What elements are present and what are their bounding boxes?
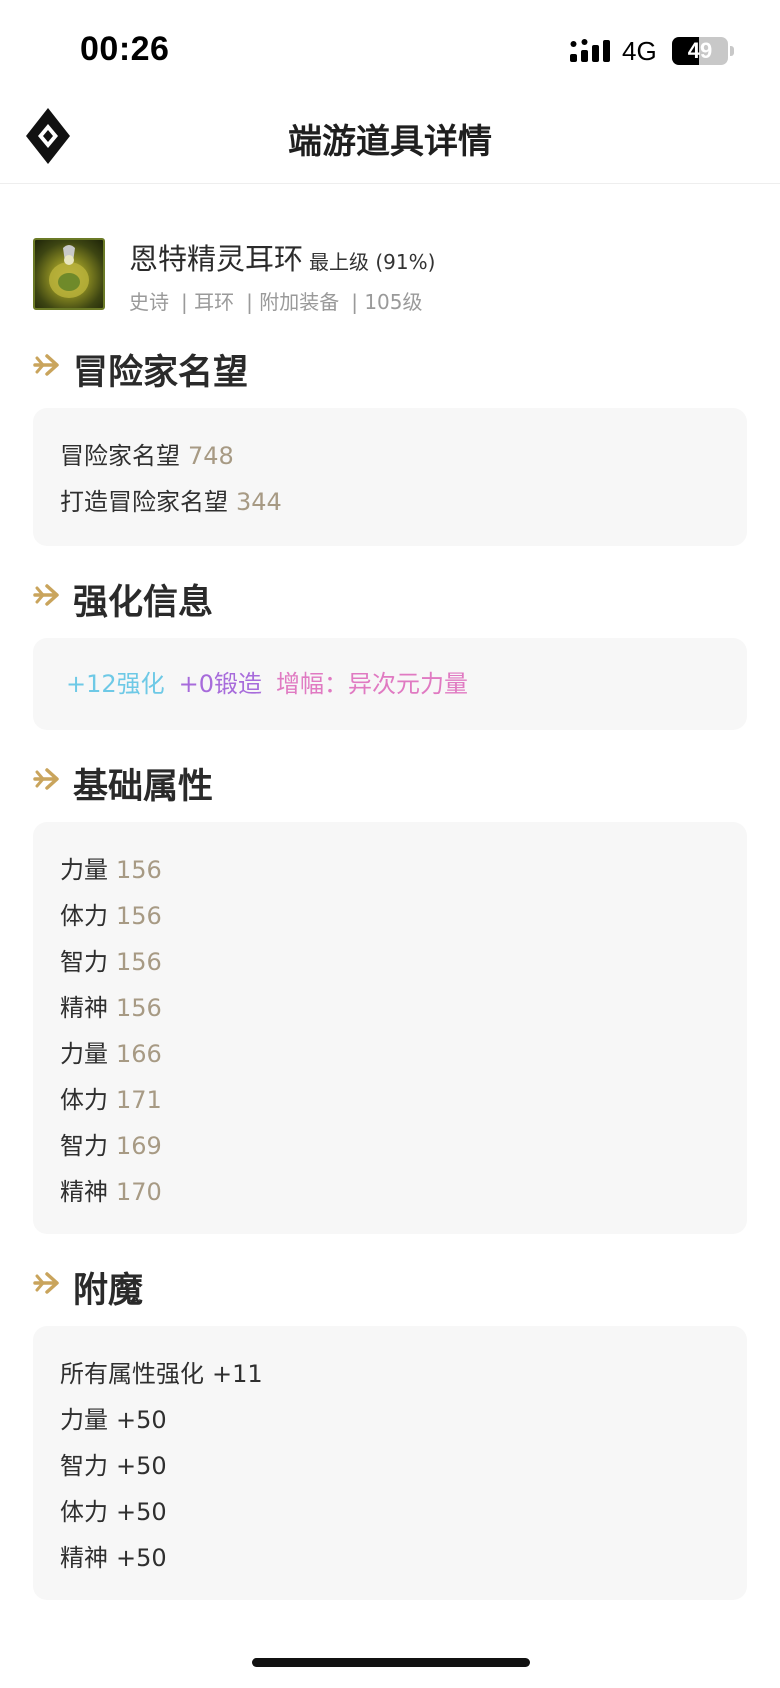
enchant-label: 精神 (60, 1544, 108, 1572)
amplify-info: 增幅：异次元力量 (276, 670, 469, 698)
enchant-value: +50 (116, 1498, 167, 1526)
section-label: 基础属性 (73, 767, 214, 807)
enchant-value: +11 (212, 1360, 263, 1388)
item-meta-level: | 105级 (351, 290, 423, 314)
home-indicator[interactable] (252, 1658, 530, 1667)
enchant-label: 所有属性强化 (60, 1360, 204, 1388)
stat-row: 智力 156 (60, 942, 162, 977)
signal-icon (570, 39, 610, 62)
reinforce-level: +12强化 (66, 670, 165, 698)
stat-row: 精神 170 (60, 1172, 162, 1207)
battery-level: 49 (687, 38, 713, 63)
stat-label: 力量 (60, 1040, 108, 1068)
battery-icon: 49 (672, 37, 728, 65)
item-meta-slot: | 耳环 (181, 290, 235, 314)
enhance-row: +12强化 +0锻造 增幅：异次元力量 (66, 664, 482, 699)
enchant-value: +50 (116, 1544, 167, 1572)
forge-fame-label: 打造冒险家名望 (60, 488, 228, 516)
item-meta-type: | 附加装备 (246, 290, 340, 314)
forge-fame-row: 打造冒险家名望 344 (60, 482, 282, 517)
item-name-text: 恩特精灵耳环 (129, 242, 304, 276)
status-bar: 00:26 4G 49 (0, 0, 780, 100)
nav-bar: 端游道具详情 (0, 100, 780, 184)
enhance-card: +12强化 +0锻造 增幅：异次元力量 (33, 638, 747, 730)
stat-label: 体力 (60, 902, 108, 930)
section-label: 冒险家名望 (73, 353, 249, 393)
enchant-value: +50 (116, 1452, 167, 1480)
arrow-right-icon (33, 584, 59, 606)
stat-row: 精神 156 (60, 988, 162, 1023)
stat-value: 171 (116, 1086, 162, 1114)
stat-row: 体力 156 (60, 896, 162, 931)
section-label: 附魔 (73, 1271, 144, 1311)
fame-row: 冒险家名望 748 (60, 436, 234, 471)
forge-level: +0锻造 (178, 670, 263, 698)
enchant-row: 智力 +50 (60, 1446, 167, 1481)
status-time: 00:26 (80, 30, 170, 68)
section-label: 强化信息 (73, 583, 214, 623)
enchant-label: 智力 (60, 1452, 108, 1480)
stat-row: 体力 171 (60, 1080, 162, 1115)
item-meta-rarity: 史诗 (129, 290, 169, 314)
item-grade: 最上级 (91%) (309, 250, 436, 274)
enchant-label: 体力 (60, 1498, 108, 1526)
enchant-value: +50 (116, 1406, 167, 1434)
network-type: 4G (622, 36, 657, 66)
enchant-card: 所有属性强化 +11 力量 +50 智力 +50 体力 +50 精神 +50 (33, 1326, 747, 1600)
stat-value: 170 (116, 1178, 162, 1206)
item-meta: 史诗 | 耳环 | 附加装备 | 105级 (129, 286, 435, 315)
stat-row: 力量 166 (60, 1034, 162, 1069)
stat-label: 精神 (60, 994, 108, 1022)
forge-fame-value: 344 (236, 488, 282, 516)
arrow-right-icon (33, 354, 59, 376)
earring-item-icon (33, 238, 105, 310)
stat-label: 智力 (60, 1132, 108, 1160)
item-name: 恩特精灵耳环 最上级 (91%) (129, 236, 435, 278)
enchant-row: 力量 +50 (60, 1400, 167, 1435)
stat-value: 156 (116, 948, 162, 976)
enchant-row: 精神 +50 (60, 1538, 167, 1573)
stat-label: 精神 (60, 1178, 108, 1206)
enchant-row: 所有属性强化 +11 (60, 1354, 263, 1389)
stat-row: 智力 169 (60, 1126, 162, 1161)
stat-value: 166 (116, 1040, 162, 1068)
stat-label: 体力 (60, 1086, 108, 1114)
arrow-right-icon (33, 1272, 59, 1294)
base-stats-card: 力量 156 体力 156 智力 156 精神 156 力量 166 体力 171 智力 16… (33, 822, 747, 1234)
stat-value: 156 (116, 856, 162, 884)
stat-label: 智力 (60, 948, 108, 976)
stat-value: 156 (116, 994, 162, 1022)
enchant-label: 力量 (60, 1406, 108, 1434)
stat-row: 力量 156 (60, 850, 162, 885)
stat-value: 169 (116, 1132, 162, 1160)
fame-label: 冒险家名望 (60, 442, 180, 470)
fame-card: 冒险家名望 748 打造冒险家名望 344 (33, 408, 747, 546)
stat-label: 力量 (60, 856, 108, 884)
item-header: 恩特精灵耳环 最上级 (91%) 史诗 | 耳环 | 附加装备 | 105级 (33, 236, 753, 316)
arrow-right-icon (33, 768, 59, 790)
battery-tip (730, 46, 734, 56)
enchant-row: 体力 +50 (60, 1492, 167, 1527)
fame-value: 748 (188, 442, 234, 470)
stat-value: 156 (116, 902, 162, 930)
page-title: 端游道具详情 (288, 122, 492, 162)
